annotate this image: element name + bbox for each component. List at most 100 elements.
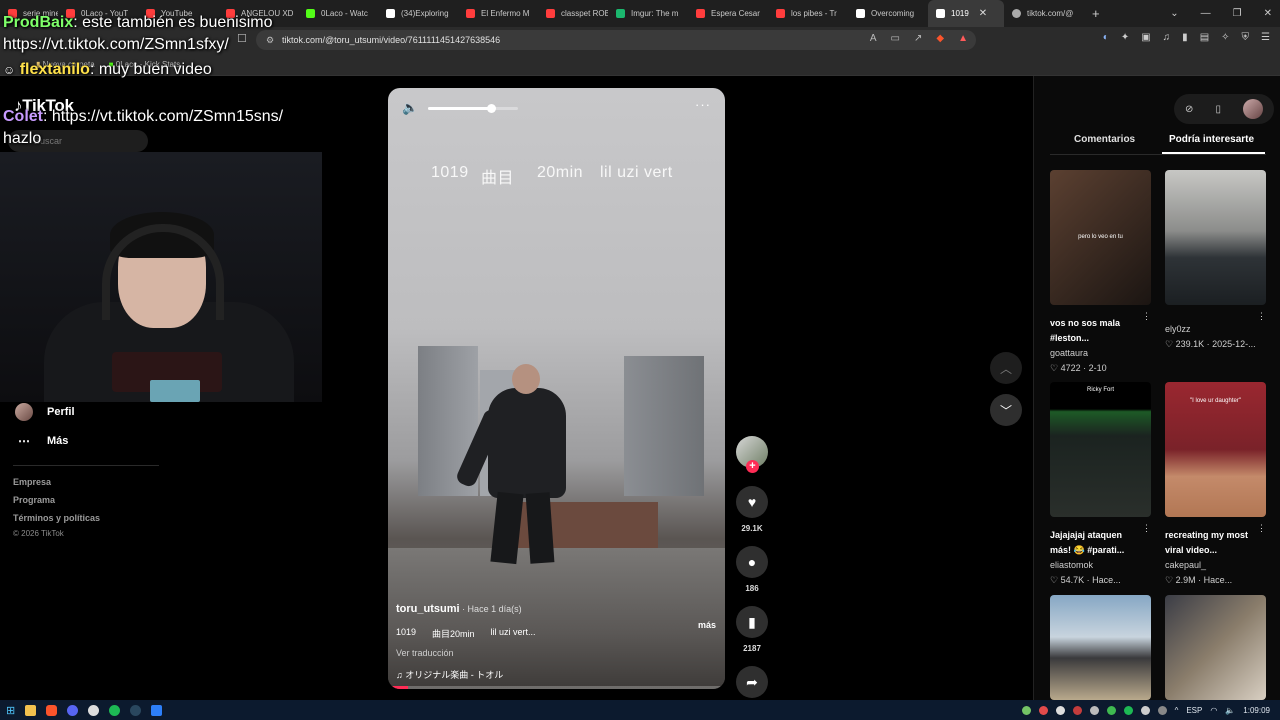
card-title[interactable]: recreating my most viral video...	[1165, 528, 1253, 558]
card-author[interactable]: cakepaul_	[1165, 560, 1266, 570]
tab[interactable]: classpet ROB	[538, 0, 608, 27]
previous-video-button[interactable]: ︿	[990, 352, 1022, 384]
volume-knob[interactable]	[487, 104, 496, 113]
discord-icon[interactable]	[67, 704, 79, 716]
tray-icon[interactable]	[1055, 705, 1065, 715]
card-options-icon[interactable]: ⋮	[1142, 311, 1151, 322]
volume-icon[interactable]: 🔈	[402, 100, 418, 116]
tab[interactable]: 0Laco - Watc	[298, 0, 378, 27]
suggested-video-card[interactable]: Ricky Fort Jajajajaj ataquen más! 😂 #par…	[1050, 382, 1151, 586]
share-icon[interactable]: ↗	[914, 33, 922, 44]
tab[interactable]: los pibes - Tr	[768, 0, 848, 27]
footer-link-terms[interactable]: Términos y políticas	[13, 513, 100, 523]
video-thumbnail[interactable]: Ricky Fort	[1050, 382, 1151, 517]
like-button[interactable]: ♥	[736, 486, 768, 518]
music-icon[interactable]: ♫	[1163, 32, 1171, 43]
card-options-icon[interactable]: ⋮	[1257, 523, 1266, 534]
tray-icon[interactable]	[1140, 705, 1150, 715]
tray-icon[interactable]	[1038, 705, 1048, 715]
save-button[interactable]: ▮	[736, 606, 768, 638]
suggested-video-card[interactable]: "I love ur daughter" recreating my most …	[1165, 382, 1266, 586]
extension-icon[interactable]: ◐	[1103, 32, 1109, 43]
wallet-icon[interactable]: ▤	[1200, 32, 1209, 43]
chevron-up-icon[interactable]: ^	[1175, 706, 1179, 715]
tray-icon[interactable]	[1089, 705, 1099, 715]
vpn-icon[interactable]: ⛨	[1242, 32, 1250, 43]
translate-icon[interactable]: A	[870, 33, 877, 44]
video-thumbnail[interactable]	[1165, 595, 1266, 700]
site-info-icon[interactable]: ⚙	[266, 35, 274, 46]
video-progress-bar[interactable]	[388, 686, 725, 689]
puzzle-icon[interactable]: ✦	[1121, 32, 1129, 43]
obs-icon[interactable]	[88, 704, 100, 716]
follow-plus-icon[interactable]: +	[746, 460, 759, 473]
ai-icon[interactable]: ✧	[1221, 32, 1229, 43]
rewards-icon[interactable]: ▲	[958, 33, 968, 44]
tab[interactable]: (34)Exploring	[378, 0, 458, 27]
new-tab-button[interactable]: +	[1092, 6, 1100, 21]
footer-link-program[interactable]: Programa	[13, 495, 55, 505]
sidebar-icon[interactable]: ▮	[1182, 32, 1188, 43]
compass-icon[interactable]: ⊘	[1185, 104, 1193, 115]
spotify-icon[interactable]	[109, 704, 121, 716]
close-window-button[interactable]: ✕	[1264, 8, 1272, 19]
translate-link[interactable]: Ver traducción	[396, 648, 718, 658]
card-title[interactable]: vos no sos mala #leston...	[1050, 316, 1138, 346]
phone-icon[interactable]: ▯	[1215, 104, 1221, 115]
maximize-button[interactable]: ❐	[1233, 8, 1242, 19]
tab-comments[interactable]: Comentarios	[1074, 134, 1135, 145]
sidebar-item-more[interactable]: ⋯ Más	[15, 434, 68, 448]
volume-slider[interactable]	[428, 104, 518, 113]
clock[interactable]: 1:09:09	[1243, 706, 1270, 715]
steam-icon[interactable]	[130, 704, 142, 716]
tray-icon[interactable]	[1072, 705, 1082, 715]
footer-link-company[interactable]: Empresa	[13, 477, 51, 487]
card-author[interactable]: eliastomok	[1050, 560, 1151, 570]
card-author[interactable]: ely0zz	[1165, 324, 1266, 334]
tab-active[interactable]: 1019 ✕	[928, 0, 1004, 27]
tray-icon[interactable]	[1123, 705, 1133, 715]
file-explorer-icon[interactable]	[25, 704, 37, 716]
wifi-icon[interactable]: ◠	[1210, 706, 1217, 715]
suggested-video-card[interactable]	[1050, 595, 1151, 700]
more-options-icon[interactable]: ···	[695, 97, 711, 112]
browser-icon[interactable]	[46, 704, 58, 716]
avatar[interactable]	[1242, 99, 1263, 119]
suggested-video-card[interactable]	[1165, 595, 1266, 700]
card-options-icon[interactable]: ⋮	[1257, 311, 1266, 322]
tab[interactable]: El Enfermo M	[458, 0, 538, 27]
tab-suggested[interactable]: Podría interesarte	[1169, 134, 1254, 145]
tray-icon[interactable]	[1157, 705, 1167, 715]
author-name[interactable]: toru_utsumi	[396, 603, 460, 615]
tab[interactable]: Espera Cesar	[688, 0, 768, 27]
sidebar-item-profile[interactable]: Perfil	[15, 403, 75, 421]
language-indicator[interactable]: ESP	[1186, 706, 1202, 715]
window-icon[interactable]: ▣	[1141, 32, 1150, 43]
suggested-video-card[interactable]: pero lo veo en tu vos no sos mala #lesto…	[1050, 170, 1151, 374]
minimize-button[interactable]: —	[1201, 8, 1211, 19]
bookmark-icon[interactable]: ☐	[237, 32, 247, 45]
more-button[interactable]: más	[698, 620, 716, 630]
share-button[interactable]: ➦	[736, 666, 768, 698]
dropdown-icon[interactable]: ⌄	[1170, 8, 1178, 19]
windows-start-icon[interactable]: ⊞	[6, 704, 15, 717]
tab[interactable]: tiktok.com/@	[1004, 0, 1086, 27]
tab[interactable]: Imgur: The m	[608, 0, 688, 27]
card-title[interactable]: Jajajajaj ataquen más! 😂 #parati...	[1050, 528, 1138, 558]
music-link[interactable]: ♫ オリジナル楽曲 - トオル	[396, 668, 718, 681]
shield-icon[interactable]: ◆	[936, 33, 944, 44]
video-player[interactable]: 1019 曲目 20min lil uzi vert 🔈 ··· toru_ut…	[388, 88, 725, 689]
tray-icon[interactable]	[1021, 705, 1031, 715]
next-video-button[interactable]: ﹀	[990, 394, 1022, 426]
card-author[interactable]: goattaura	[1050, 348, 1151, 358]
menu-icon[interactable]: ☰	[1261, 32, 1270, 43]
cast-icon[interactable]: ▭	[891, 33, 900, 44]
video-thumbnail[interactable]: "I love ur daughter"	[1165, 382, 1266, 517]
video-thumbnail[interactable]	[1165, 170, 1266, 305]
close-tab-icon[interactable]: ✕	[979, 8, 987, 19]
suggested-video-card[interactable]: ely0zz ♡ 239.1K · 2025-12-... ⋮	[1165, 170, 1266, 350]
tab[interactable]: Overcoming	[848, 0, 928, 27]
card-options-icon[interactable]: ⋮	[1142, 523, 1151, 534]
creator-avatar[interactable]: +	[736, 436, 768, 473]
speaker-icon[interactable]: 🔈	[1225, 706, 1235, 715]
